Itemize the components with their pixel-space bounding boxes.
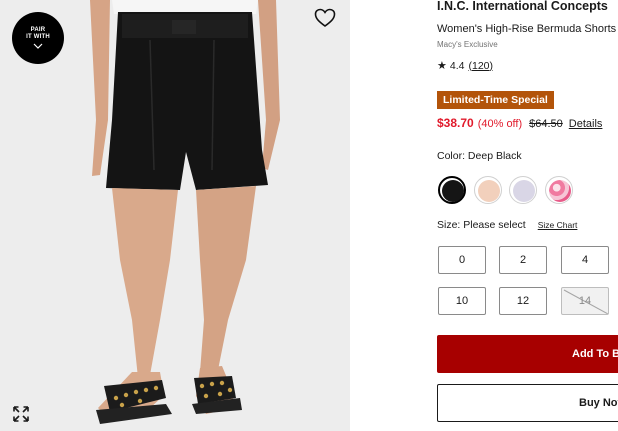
swatch-deep-black[interactable] bbox=[438, 176, 466, 204]
product-image[interactable]: PAIR IT WITH bbox=[0, 0, 350, 431]
swatch-blush[interactable] bbox=[474, 176, 502, 204]
size-selector-header: Size: Please select Size Chart bbox=[437, 219, 577, 231]
pair-badge-line1: PAIR bbox=[30, 27, 46, 33]
review-count-link[interactable]: (120) bbox=[468, 60, 493, 72]
size-option-label: 10 bbox=[455, 295, 469, 307]
original-price: $64.50 bbox=[529, 118, 563, 130]
swatch-pink-print[interactable] bbox=[545, 176, 573, 204]
heart-outline-icon[interactable] bbox=[314, 8, 336, 28]
size-option-4[interactable]: 4 bbox=[561, 246, 609, 274]
swatch-fill bbox=[442, 180, 464, 202]
size-label: Size: Please select bbox=[437, 219, 526, 231]
swatch-fill bbox=[513, 180, 535, 202]
size-option-14-unavailable[interactable]: 14 bbox=[561, 287, 609, 315]
add-to-bag-label: Add To B bbox=[572, 348, 618, 360]
pair-badge-line2: IT WITH bbox=[26, 34, 50, 40]
sale-price: $38.70 bbox=[437, 116, 474, 130]
discount-percent: (40% off) bbox=[477, 118, 523, 130]
product-details: I.N.C. International Concepts Women's Hi… bbox=[437, 0, 618, 431]
size-chart-link[interactable]: Size Chart bbox=[538, 220, 578, 230]
star-icon: ★ bbox=[437, 60, 447, 72]
size-option-10[interactable]: 10 bbox=[438, 287, 486, 315]
rating: ★ 4.4 (120) bbox=[437, 59, 493, 73]
color-label: Color: Deep Black bbox=[437, 150, 522, 162]
add-to-bag-button[interactable]: Add To B bbox=[437, 335, 618, 373]
product-title: Women's High-Rise Bermuda Shorts bbox=[437, 23, 617, 35]
swatch-fill bbox=[549, 180, 571, 202]
swatch-fill bbox=[478, 180, 500, 202]
size-option-12[interactable]: 12 bbox=[499, 287, 547, 315]
buy-now-label: Buy Nov bbox=[579, 397, 618, 409]
size-option-label: 2 bbox=[519, 254, 527, 266]
size-option-label: 14 bbox=[578, 295, 592, 307]
product-photo-illustration bbox=[0, 0, 350, 431]
chevron-down-icon bbox=[33, 43, 43, 49]
price-details-link[interactable]: Details bbox=[569, 118, 603, 130]
size-option-label: 4 bbox=[581, 254, 589, 266]
limited-time-badge: Limited-Time Special bbox=[437, 91, 554, 109]
expand-arrows-icon[interactable] bbox=[12, 405, 30, 423]
brand-name[interactable]: I.N.C. International Concepts bbox=[437, 0, 608, 13]
price: $38.70 (40% off) $64.50 Details bbox=[437, 116, 602, 130]
buy-now-button[interactable]: Buy Nov bbox=[437, 384, 618, 422]
size-option-label: 12 bbox=[516, 295, 530, 307]
size-option-2[interactable]: 2 bbox=[499, 246, 547, 274]
exclusive-label: Macy's Exclusive bbox=[437, 40, 498, 49]
size-option-0[interactable]: 0 bbox=[438, 246, 486, 274]
size-option-label: 0 bbox=[458, 254, 466, 266]
pair-it-with-button[interactable]: PAIR IT WITH bbox=[12, 12, 64, 64]
rating-value: 4.4 bbox=[449, 59, 465, 72]
swatch-lilac[interactable] bbox=[509, 176, 537, 204]
